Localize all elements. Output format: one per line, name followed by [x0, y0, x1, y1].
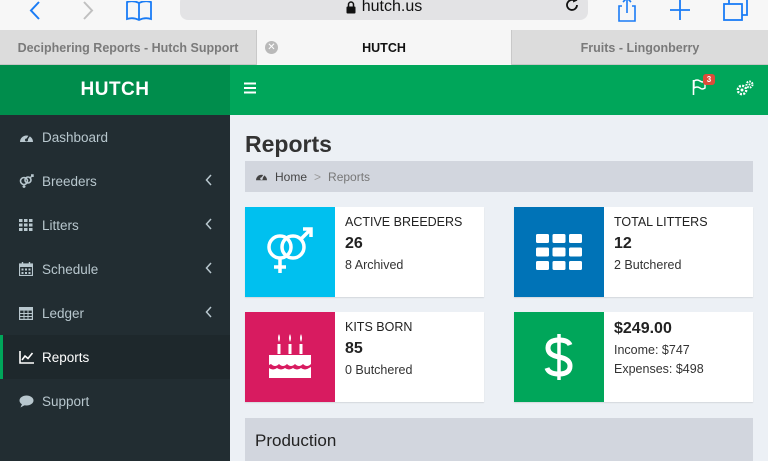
- mars-venus-icon: [267, 227, 313, 273]
- chevron-left-icon: [205, 218, 212, 230]
- total-litters-box: Total Litters 12 2 Butchered: [514, 207, 753, 297]
- menu-toggle-icon[interactable]: [244, 82, 256, 94]
- stat-label: Active Breeders: [345, 215, 463, 229]
- address-bar[interactable]: hutch.us: [180, 0, 588, 20]
- litters-icon-tile: [514, 207, 604, 297]
- ledger-balance: $249.00: [614, 320, 672, 337]
- stat-value: 26: [345, 235, 363, 252]
- browser-tab-bar: Deciphering Reports - Hutch Support ✕ HU…: [0, 30, 768, 65]
- tabs-overview-button[interactable]: [720, 0, 750, 22]
- calendar-icon: [18, 261, 34, 277]
- breadcrumb: Home > Reports: [245, 161, 753, 192]
- active-breeders-box: Active Breeders 26 8 Archived: [245, 207, 484, 297]
- dashboard-icon: [18, 129, 34, 145]
- tab-label: Fruits - Lingonberry: [580, 40, 700, 55]
- lock-icon: [346, 0, 356, 13]
- sidebar-item-label: Reports: [42, 349, 90, 365]
- bookmarks-button[interactable]: [124, 0, 154, 22]
- close-tab-icon[interactable]: ✕: [265, 41, 278, 54]
- kits-icon-tile: [245, 312, 335, 402]
- sidebar-item-schedule[interactable]: Schedule: [0, 247, 230, 291]
- kits-born-box: Kits Born 85 0 Butchered: [245, 312, 484, 402]
- ledger-expenses: Expenses: $498: [614, 362, 704, 376]
- sidebar-item-label: Ledger: [42, 305, 85, 321]
- tab-hutch[interactable]: ✕ HUTCH: [256, 30, 512, 65]
- sidebar-item-label: Support: [42, 393, 90, 409]
- chevron-left-icon: [205, 306, 212, 318]
- back-icon: [29, 1, 40, 20]
- production-section: Production: [245, 418, 753, 461]
- app-root: hutch.us Deciphering Reports - Hutch Sup…: [0, 0, 768, 461]
- tab-deciphering-reports[interactable]: Deciphering Reports - Hutch Support: [0, 30, 256, 65]
- stat-value: 85: [345, 340, 363, 357]
- ledger-box: $249.00 Income: $747 Expenses: $498: [514, 312, 753, 402]
- sidebar-item-dashboard[interactable]: Dashboard: [0, 115, 230, 159]
- bookmarks-icon: [126, 1, 152, 21]
- dollar-icon: [544, 334, 573, 380]
- stat-sub: 2 Butchered: [614, 258, 682, 272]
- tabs-icon: [723, 0, 748, 21]
- stat-sub: 8 Archived: [345, 258, 404, 272]
- share-icon: [618, 0, 636, 22]
- share-button[interactable]: [612, 0, 642, 22]
- sidebar-item-label: Dashboard: [42, 129, 109, 145]
- sidebar-item-label: Breeders: [42, 173, 97, 189]
- dashboard-icon: [256, 174, 267, 181]
- new-tab-button[interactable]: [665, 0, 695, 22]
- table-icon: [18, 305, 34, 321]
- tab-label: HUTCH: [362, 40, 406, 55]
- tab-label: Deciphering Reports - Hutch Support: [17, 40, 239, 55]
- birthday-cake-icon: [269, 334, 311, 378]
- chevron-left-icon: [205, 174, 212, 186]
- comment-icon: [18, 393, 34, 409]
- chevron-left-icon: [205, 262, 212, 274]
- reload-icon[interactable]: [564, 0, 580, 13]
- browser-toolbar: hutch.us: [0, 0, 768, 30]
- stat-label: Total Litters: [614, 215, 708, 229]
- sidebar-item-breeders[interactable]: Breeders: [0, 159, 230, 203]
- sidebar-item-support[interactable]: Support: [0, 379, 230, 423]
- breadcrumb-home-link[interactable]: Home: [275, 170, 307, 184]
- sidebar-item-label: Schedule: [42, 261, 99, 277]
- forward-button[interactable]: [73, 0, 103, 22]
- breadcrumb-current: Reports: [328, 169, 371, 184]
- tab-lingonberry[interactable]: Fruits - Lingonberry: [512, 30, 768, 65]
- stat-value: 12: [614, 235, 632, 252]
- notification-badge: 3: [703, 74, 715, 85]
- url-text: hutch.us: [361, 0, 423, 15]
- plus-icon: [670, 0, 690, 20]
- gears-icon[interactable]: [736, 80, 754, 96]
- sidebar-item-reports[interactable]: Reports: [0, 335, 230, 379]
- grid-icon: [18, 217, 34, 233]
- sidebar-item-ledger[interactable]: Ledger: [0, 291, 230, 335]
- page-title: Reports: [245, 131, 332, 157]
- stat-sub: 0 Butchered: [345, 363, 413, 377]
- ledger-income: Income: $747: [614, 343, 690, 357]
- top-navbar: 3: [230, 65, 768, 115]
- forward-icon: [83, 1, 94, 20]
- back-button[interactable]: [20, 0, 50, 22]
- breeders-icon-tile: [245, 207, 335, 297]
- sidebar: HUTCH Dashboard Breeders Litters Schedul…: [0, 65, 230, 461]
- main-content: Reports Home > Reports Active Breeders 2…: [230, 115, 768, 461]
- breadcrumb-separator: >: [314, 169, 322, 184]
- section-title: Production: [255, 431, 337, 450]
- sidebar-item-litters[interactable]: Litters: [0, 203, 230, 247]
- sidebar-item-label: Litters: [42, 217, 79, 233]
- line-chart-icon: [18, 349, 34, 365]
- brand-logo[interactable]: HUTCH: [0, 65, 230, 115]
- ledger-icon-tile: [514, 312, 604, 402]
- stat-label: Kits Born: [345, 320, 413, 334]
- breeders-icon: [18, 173, 34, 189]
- grid-icon: [536, 234, 582, 270]
